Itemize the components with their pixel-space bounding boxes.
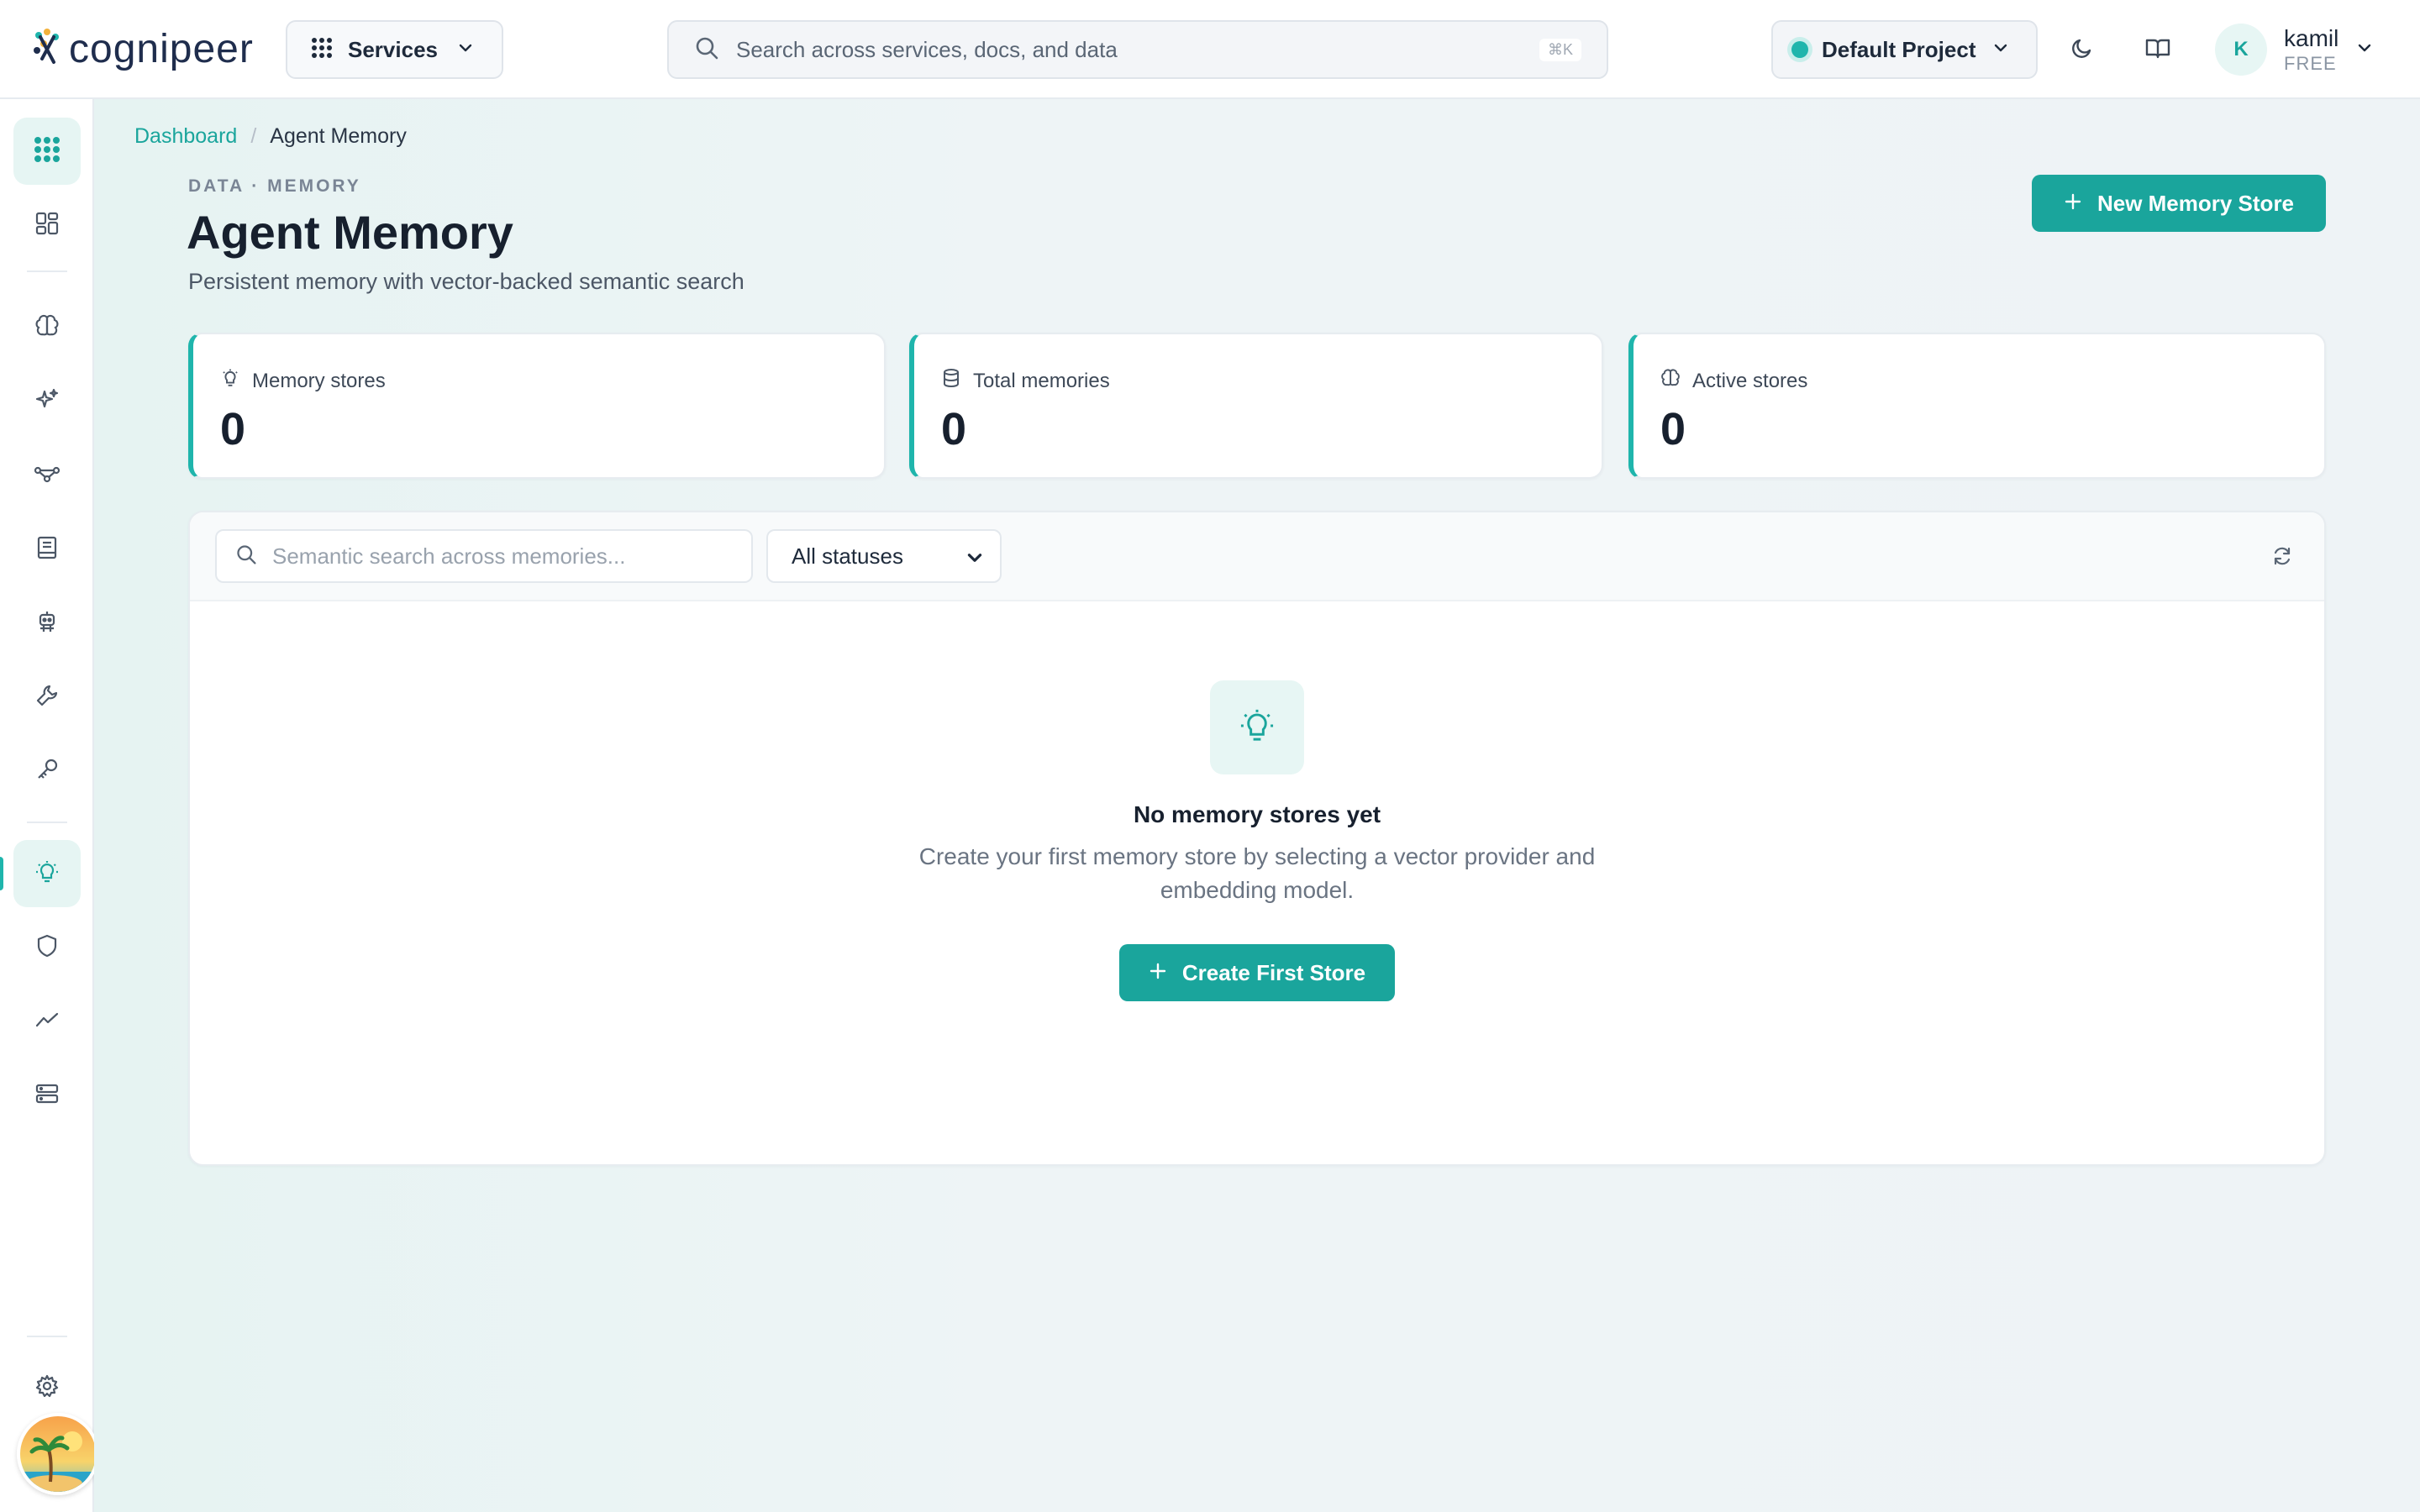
logo-mark-icon [32, 25, 67, 72]
stat-label: Memory stores [252, 369, 386, 392]
new-memory-store-button[interactable]: New Memory Store [2032, 175, 2326, 232]
user-name: kamil [2284, 25, 2339, 51]
refresh-button[interactable] [2265, 541, 2299, 575]
theme-toggle-button[interactable] [2059, 26, 2106, 73]
sidebar-item-tools[interactable] [13, 664, 81, 731]
project-label: Default Project [1822, 36, 1976, 62]
status-filter-value: All statuses [792, 543, 903, 569]
stat-card-memory-stores: Memory stores 0 [188, 333, 886, 479]
sidebar-active-indicator [0, 857, 3, 890]
search-icon [694, 35, 719, 65]
status-filter-select[interactable]: All statuses [766, 529, 1002, 583]
stat-label: Total memories [973, 369, 1110, 392]
page-subtitle: Persistent memory with vector-backed sem… [188, 269, 744, 294]
sidebar-item-flows[interactable] [13, 442, 81, 509]
page-eyebrow: DATA · MEMORY [188, 176, 361, 196]
stat-value: 0 [1660, 404, 1686, 454]
breadcrumb: Dashboard / Agent Memory [134, 124, 407, 149]
lightbulb-icon [34, 859, 60, 889]
top-bar: cognipeer Services ⌘K Default Project [0, 0, 2420, 99]
main-content: Dashboard / Agent Memory DATA · MEMORY A… [94, 99, 2420, 1512]
sidebar-item-settings[interactable] [13, 1354, 81, 1421]
brain-icon [34, 313, 60, 343]
stat-label: Active stores [1692, 369, 1808, 392]
global-search-input[interactable] [736, 36, 1492, 63]
sidebar-item-dashboard[interactable] [13, 192, 81, 259]
services-label: Services [348, 36, 438, 62]
memory-search[interactable] [215, 529, 753, 583]
sidebar-divider [27, 1336, 67, 1337]
robot-icon [34, 609, 60, 638]
project-switcher[interactable]: Default Project [1771, 20, 2038, 79]
empty-state-description: Create your first memory store by select… [918, 843, 1596, 903]
sidebar-item-knowledge[interactable] [13, 516, 81, 583]
stat-card-total-memories: Total memories 0 [909, 333, 1603, 479]
grid-dots-icon [311, 37, 333, 63]
lightbulb-icon [220, 368, 252, 394]
key-icon [34, 757, 60, 786]
search-icon [235, 543, 257, 570]
flow-icon [34, 461, 60, 491]
empty-state-icon-box [1210, 680, 1304, 774]
page-title: Agent Memory [187, 206, 513, 259]
sidebar-item-analytics[interactable] [13, 988, 81, 1055]
wrench-icon [34, 683, 60, 712]
create-first-store-label: Create First Store [1181, 959, 1366, 985]
grid-dots-icon [33, 135, 61, 168]
sidebar-item-keys[interactable] [13, 738, 81, 805]
plus-icon [1149, 960, 1167, 986]
book-icon [2144, 35, 2171, 65]
plus-icon [2064, 191, 2082, 217]
sparkles-icon [34, 387, 60, 417]
sidebar-item-memory[interactable] [13, 840, 81, 907]
dashboard-icon [34, 211, 60, 240]
sidebar-item-data[interactable] [13, 1062, 81, 1129]
breadcrumb-separator: / [250, 124, 257, 148]
server-icon [34, 1081, 60, 1110]
sidebar-divider [27, 822, 67, 823]
sidebar-item-agents[interactable] [13, 590, 81, 657]
profile-avatar[interactable] [17, 1413, 99, 1495]
brand-name: cognipeer [69, 26, 254, 71]
sidebar-divider [27, 270, 67, 272]
refresh-icon [2271, 545, 2293, 571]
stat-value: 0 [941, 404, 967, 454]
database-icon [941, 368, 973, 394]
user-plan: FREE [2284, 52, 2337, 74]
lightbulb-icon [1239, 707, 1276, 748]
sidebar [0, 99, 99, 1512]
moon-icon [2070, 35, 2095, 65]
trend-icon [34, 1007, 60, 1037]
project-status-dot [1791, 41, 1808, 58]
sidebar-item-apps[interactable] [13, 118, 81, 185]
filter-toolbar: All statuses [190, 512, 2324, 601]
chevron-down-icon [456, 39, 475, 61]
sidebar-item-guardrails[interactable] [13, 914, 81, 981]
chevron-down-icon [965, 548, 985, 572]
memory-search-input[interactable] [272, 543, 743, 570]
shield-icon [35, 933, 59, 963]
new-memory-store-label: New Memory Store [2096, 190, 2295, 216]
chevron-down-icon [2355, 39, 2374, 61]
global-search[interactable]: ⌘K [667, 20, 1608, 79]
user-avatar: K [2215, 24, 2267, 76]
chevron-down-icon [1991, 39, 2010, 61]
docs-button[interactable] [2134, 26, 2181, 73]
search-shortcut-badge: ⌘K [1539, 39, 1581, 61]
logo[interactable]: cognipeer [32, 22, 254, 76]
user-menu[interactable]: K kamil FREE [2215, 22, 2374, 77]
empty-state-title: No memory stores yet [1133, 801, 1381, 827]
memory-stores-panel: All statuses No memory stores yet Create… [188, 511, 2326, 1166]
stat-value: 0 [220, 404, 246, 454]
sidebar-item-models[interactable] [13, 294, 81, 361]
sidebar-item-ai[interactable] [13, 368, 81, 435]
breadcrumb-current: Agent Memory [270, 124, 407, 148]
gear-icon [34, 1373, 60, 1403]
brain-icon [1660, 368, 1692, 394]
stat-card-active-stores: Active stores 0 [1628, 333, 2326, 479]
services-menu-button[interactable]: Services [286, 20, 503, 79]
create-first-store-button[interactable]: Create First Store [1119, 944, 1395, 1001]
document-icon [35, 535, 59, 564]
breadcrumb-dashboard-link[interactable]: Dashboard [134, 124, 237, 149]
